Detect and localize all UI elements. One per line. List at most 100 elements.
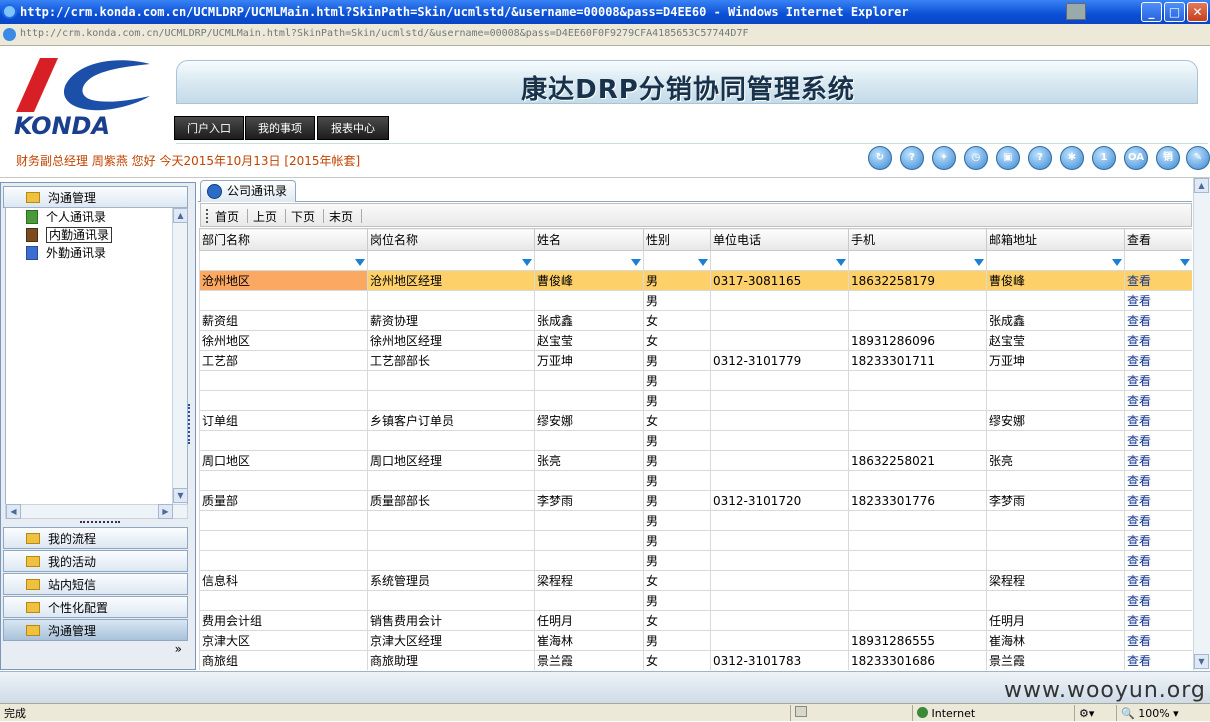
first-page-button[interactable]: 首页 bbox=[215, 208, 239, 225]
address-url[interactable]: http://crm.konda.com.cn/UCMLDRP/UCMLMain… bbox=[20, 28, 748, 39]
table-row[interactable]: 男 查看 bbox=[199, 530, 1192, 551]
refresh-icon[interactable]: ↻ bbox=[868, 146, 892, 170]
column-header[interactable]: 查看 bbox=[1124, 228, 1192, 251]
question-icon[interactable]: ? bbox=[1028, 146, 1052, 170]
nav-group-communication[interactable]: 沟通管理 bbox=[3, 619, 188, 641]
table-row[interactable]: 薪资组 薪资协理 张成鑫女张成鑫 查看 bbox=[199, 310, 1192, 331]
table-row[interactable]: 质量部 质量部部长 李梦雨男 0312-3101720 18233301776 李梦雨 查看 bbox=[199, 490, 1192, 511]
view-link[interactable]: 查看 bbox=[1124, 610, 1192, 631]
table-row[interactable]: 男 查看 bbox=[199, 510, 1192, 531]
view-link[interactable]: 查看 bbox=[1124, 350, 1192, 371]
table-row[interactable]: 男 查看 bbox=[199, 430, 1192, 451]
view-link[interactable]: 查看 bbox=[1124, 270, 1192, 291]
view-link[interactable]: 查看 bbox=[1124, 310, 1192, 331]
view-link[interactable]: 查看 bbox=[1124, 530, 1192, 551]
table-row[interactable]: 男 查看 bbox=[199, 290, 1192, 311]
view-link[interactable]: 查看 bbox=[1124, 370, 1192, 391]
toolbar-tab-icon[interactable] bbox=[1066, 3, 1086, 20]
table-row[interactable]: 徐州地区 徐州地区经理 赵宝莹女 18931286096 赵宝莹 查看 bbox=[199, 330, 1192, 351]
next-page-button[interactable]: 下页 bbox=[291, 208, 315, 225]
help-circle-icon[interactable]: ? bbox=[900, 146, 924, 170]
table-row[interactable]: 订单组 乡镇客户订单员 缪安娜女缪安娜 查看 bbox=[199, 410, 1192, 431]
clock-icon[interactable]: ◷ bbox=[964, 146, 988, 170]
tree-item-internal-contacts[interactable]: 内勤通讯录 bbox=[20, 226, 113, 244]
scroll-up-arrow-icon[interactable]: ▲ bbox=[173, 208, 188, 223]
view-link[interactable]: 查看 bbox=[1124, 430, 1192, 451]
filter-cell[interactable] bbox=[986, 250, 1125, 271]
last-page-button[interactable]: 末页 bbox=[329, 208, 353, 225]
table-row[interactable]: 沧州地区 沧州地区经理 曹俊峰男 0317-3081165 18632258179 曹俊峰… bbox=[199, 270, 1192, 291]
lock-icon[interactable]: ▣ bbox=[996, 146, 1020, 170]
nav-tab-reports[interactable]: 报表中心 bbox=[317, 116, 389, 140]
running-man-icon[interactable]: ✱ bbox=[1060, 146, 1084, 170]
oa-icon[interactable]: OA bbox=[1124, 146, 1148, 170]
table-row[interactable]: 周口地区 周口地区经理 张亮男 18632258021 张亮 查看 bbox=[199, 450, 1192, 471]
table-row[interactable]: 商旅组 商旅助理 景兰霞女 0312-3101783 18233301686 景兰霞 查看 bbox=[199, 650, 1192, 670]
table-row[interactable]: 男 查看 bbox=[199, 370, 1192, 391]
expand-more-button[interactable]: » bbox=[3, 642, 188, 662]
nav-group-my-workflow[interactable]: 我的流程 bbox=[3, 527, 188, 549]
close-button[interactable]: ✕ bbox=[1187, 2, 1208, 22]
table-row[interactable]: 男 查看 bbox=[199, 590, 1192, 611]
filter-funnel-icon[interactable] bbox=[1112, 259, 1122, 266]
table-row[interactable]: 费用会计组 销售费用会计 任明月女任明月 查看 bbox=[199, 610, 1192, 631]
filter-funnel-icon[interactable] bbox=[1180, 259, 1190, 266]
filter-funnel-icon[interactable] bbox=[974, 259, 984, 266]
tab-company-contacts[interactable]: 公司通讯录 bbox=[200, 180, 296, 202]
view-link[interactable]: 查看 bbox=[1124, 510, 1192, 531]
filter-cell[interactable] bbox=[848, 250, 987, 271]
filter-cell[interactable] bbox=[534, 250, 644, 271]
info-icon[interactable]: 1 bbox=[1092, 146, 1116, 170]
view-link[interactable]: 查看 bbox=[1124, 290, 1192, 311]
zone-indicator[interactable]: Internet bbox=[912, 705, 1072, 721]
view-link[interactable]: 查看 bbox=[1124, 330, 1192, 351]
tree-vertical-scrollbar[interactable]: ▲ ▼ bbox=[172, 208, 188, 504]
nav-group-communication-top[interactable]: 沟通管理 bbox=[3, 186, 188, 208]
filter-funnel-icon[interactable] bbox=[631, 259, 641, 266]
nav-group-messages[interactable]: 站内短信 bbox=[3, 573, 188, 595]
view-link[interactable]: 查看 bbox=[1124, 450, 1192, 471]
table-row[interactable]: 男 查看 bbox=[199, 470, 1192, 491]
view-link[interactable]: 查看 bbox=[1124, 570, 1192, 591]
column-header[interactable]: 单位电话 bbox=[710, 228, 849, 251]
table-row[interactable]: 工艺部 工艺部部长 万亚坤男 0312-3101779 18233301711 万亚坤 查看 bbox=[199, 350, 1192, 371]
panel-splitter[interactable] bbox=[188, 404, 193, 444]
view-link[interactable]: 查看 bbox=[1124, 630, 1192, 651]
scroll-down-arrow-icon[interactable]: ▼ bbox=[1194, 654, 1209, 669]
view-link[interactable]: 查看 bbox=[1124, 470, 1192, 491]
nav-tab-portal[interactable]: 门户入口 bbox=[174, 116, 244, 140]
filter-funnel-icon[interactable] bbox=[698, 259, 708, 266]
nav-tab-my-items[interactable]: 我的事项 bbox=[245, 116, 315, 140]
filter-cell[interactable] bbox=[643, 250, 711, 271]
scroll-left-arrow-icon[interactable]: ◀ bbox=[6, 504, 21, 519]
table-row[interactable]: 信息科 系统管理员 梁程程女梁程程 查看 bbox=[199, 570, 1192, 591]
view-link[interactable]: 查看 bbox=[1124, 650, 1192, 670]
filter-cell[interactable] bbox=[710, 250, 849, 271]
column-header[interactable]: 部门名称 bbox=[199, 228, 368, 251]
column-header[interactable]: 姓名 bbox=[534, 228, 644, 251]
filter-cell[interactable] bbox=[1124, 250, 1192, 271]
filter-funnel-icon[interactable] bbox=[836, 259, 846, 266]
tree-item-personal-contacts[interactable]: 个人通讯录 bbox=[20, 208, 106, 226]
brush-icon[interactable]: ✎ bbox=[1186, 146, 1210, 170]
panel-resize-handle[interactable] bbox=[80, 521, 120, 524]
lightbulb-icon[interactable]: ✦ bbox=[932, 146, 956, 170]
column-header[interactable]: 手机 bbox=[848, 228, 987, 251]
table-row[interactable]: 京津大区 京津大区经理 崔海林男 18931286555 崔海林 查看 bbox=[199, 630, 1192, 651]
view-link[interactable]: 查看 bbox=[1124, 590, 1192, 611]
nav-group-my-activities[interactable]: 我的活动 bbox=[3, 550, 188, 572]
scroll-up-arrow-icon[interactable]: ▲ bbox=[1194, 178, 1209, 193]
table-row[interactable]: 男 查看 bbox=[199, 390, 1192, 411]
view-link[interactable]: 查看 bbox=[1124, 490, 1192, 511]
view-link[interactable]: 查看 bbox=[1124, 390, 1192, 411]
column-header[interactable]: 岗位名称 bbox=[367, 228, 535, 251]
prev-page-button[interactable]: 上页 bbox=[253, 208, 277, 225]
maximize-button[interactable]: □ bbox=[1164, 2, 1185, 22]
filter-cell[interactable] bbox=[199, 250, 368, 271]
filter-funnel-icon[interactable] bbox=[522, 259, 532, 266]
protected-mode-indicator[interactable]: ⚙▾ bbox=[1074, 705, 1114, 721]
scroll-down-arrow-icon[interactable]: ▼ bbox=[173, 488, 188, 503]
tree-horizontal-scrollbar[interactable]: ◀ ▶ bbox=[5, 504, 188, 519]
scroll-right-arrow-icon[interactable]: ▶ bbox=[158, 504, 173, 519]
tree-item-field-contacts[interactable]: 外勤通讯录 bbox=[20, 244, 106, 262]
